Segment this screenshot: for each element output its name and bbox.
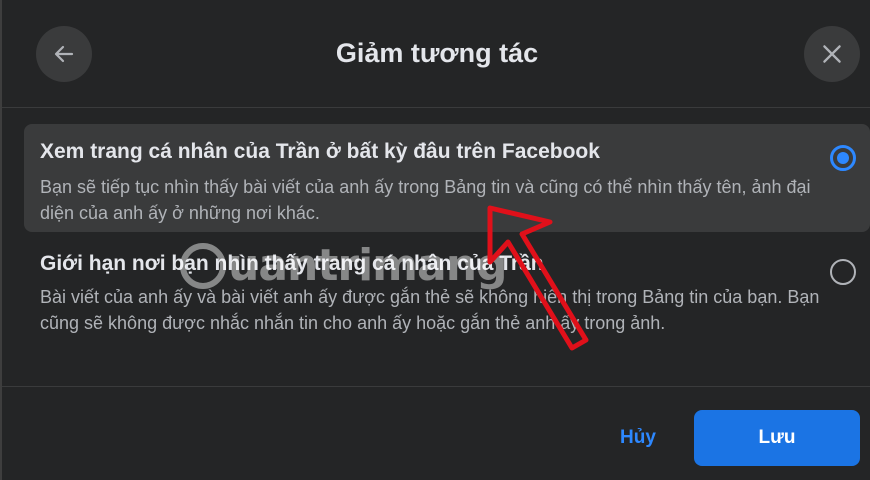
radio-button-unselected[interactable] xyxy=(830,259,856,285)
cancel-button[interactable]: Hủy xyxy=(602,410,674,466)
radio-button-selected[interactable] xyxy=(830,145,856,171)
close-icon xyxy=(823,45,841,63)
dialog-title: Giảm tương tác xyxy=(335,38,539,68)
option-description: Bạn sẽ tiếp tục nhìn thấy bài viết của a… xyxy=(40,177,811,223)
footer-divider xyxy=(2,386,870,387)
option-description: Bài viết của anh ấy và bài viết anh ấy đ… xyxy=(40,287,820,333)
dialog-header: Giảm tương tác xyxy=(2,0,870,108)
option-title: Giới hạn nơi bạn nhìn thấy trang cá nhân… xyxy=(40,252,544,275)
option-limit-profile-visibility[interactable]: Giới hạn nơi bạn nhìn thấy trang cá nhân… xyxy=(24,242,870,370)
option-title: Xem trang cá nhân của Trần ở bất kỳ đâu … xyxy=(40,140,600,163)
save-button[interactable]: Lưu xyxy=(694,410,860,466)
reduce-interaction-dialog: Giảm tương tác Xem trang cá nhân của Trầ… xyxy=(0,0,870,480)
option-view-profile-anywhere[interactable]: Xem trang cá nhân của Trần ở bất kỳ đâu … xyxy=(24,124,870,232)
close-button[interactable] xyxy=(804,26,860,82)
